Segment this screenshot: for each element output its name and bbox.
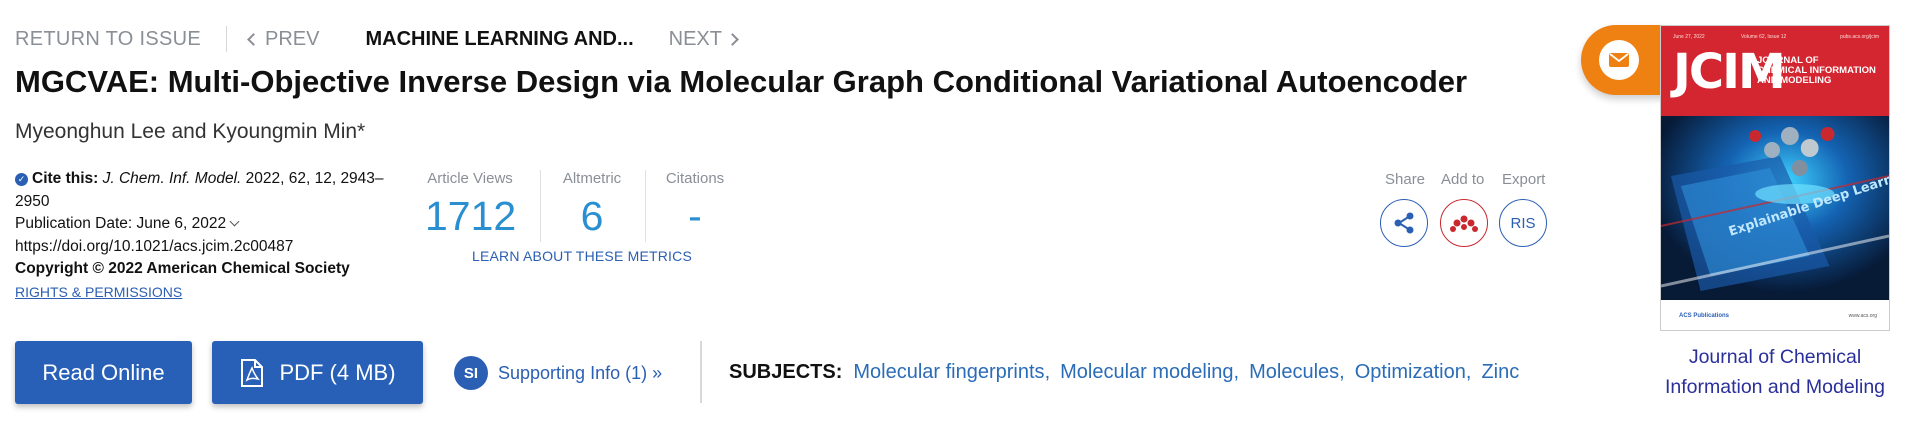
metric-divider (645, 170, 646, 242)
cover-site: pubs.acs.org/jcim (1840, 34, 1879, 40)
cover-header: June 27, 2022 Volume 62, Issue 12 pubs.a… (1661, 26, 1889, 116)
supporting-info-link[interactable]: SI Supporting Info (1) » (454, 356, 662, 390)
read-online-label: Read Online (42, 359, 165, 385)
check-circle-icon: ✓ (15, 173, 28, 186)
ris-label: RIS (1510, 214, 1536, 232)
rights-permissions-link[interactable]: RIGHTS & PERMISSIONS (15, 284, 182, 300)
cover-artwork: Explainable Deep Learning (1661, 116, 1889, 302)
citation-block: ✓ Cite this: J. Chem. Inf. Model. 2022, 6… (15, 168, 405, 304)
cover-journal-line: AND MODELING (1757, 75, 1832, 86)
learn-metrics-link[interactable]: LEARN ABOUT THESE METRICS (472, 248, 692, 264)
read-online-button[interactable]: Read Online (15, 341, 192, 404)
next-label: NEXT (668, 27, 722, 50)
chevron-left-icon (247, 32, 260, 46)
pdf-label: PDF (4 MB) (279, 359, 396, 385)
doi-link[interactable]: https://doi.org/10.1021/acs.jcim.2c00487 (15, 236, 405, 259)
supporting-info-label: Supporting Info (1) » (498, 362, 663, 383)
prev-link[interactable]: PREV (247, 27, 320, 51)
share-button[interactable] (1380, 199, 1428, 247)
add-to-mendeley-button[interactable] (1440, 199, 1488, 247)
subjects-label: SUBJECTS: (729, 361, 843, 383)
publication-date[interactable]: Publication Date: June 6, 2022 (15, 213, 405, 236)
article-views-value: 1712 (425, 193, 517, 239)
journal-cover-image[interactable]: June 27, 2022 Volume 62, Issue 12 pubs.a… (1660, 25, 1890, 331)
subject-link[interactable]: Molecules (1249, 361, 1339, 384)
altmetric-label: Altmetric (562, 170, 622, 187)
cite-line: ✓ Cite this: J. Chem. Inf. Model. 2022, 6… (15, 168, 405, 213)
chevron-down-icon (229, 216, 240, 227)
cover-publisher: ACS Publications (1679, 313, 1730, 319)
article-authors[interactable]: Myeonghun Lee and Kyoungmin Min* (15, 120, 365, 144)
export-label: Export (1502, 171, 1546, 188)
cover-journal-name: JOURNAL OF CHEMICAL INFORMATION AND MODE… (1757, 56, 1876, 86)
cite-this-label[interactable]: Cite this: (32, 170, 98, 187)
publication-date-text: Publication Date: June 6, 2022 (15, 215, 227, 232)
cover-footer-site: www.acs.org (1848, 313, 1877, 319)
article-title: MGCVAE: Multi-Objective Inverse Design v… (15, 64, 1468, 99)
journal-name-link[interactable]: Journal of Chemical Information and Mode… (1660, 342, 1890, 402)
copyright-text: Copyright © 2022 American Chemical Socie… (15, 260, 350, 277)
row-divider (700, 341, 702, 403)
metric-divider (540, 170, 541, 242)
nav-divider (226, 26, 228, 52)
email-alerts-button[interactable] (1581, 25, 1671, 95)
subject-link[interactable]: Optimization (1355, 361, 1466, 384)
journal-abbrev: J. Chem. Inf. Model. (102, 170, 242, 187)
next-link[interactable]: NEXT (668, 27, 739, 51)
article-views-metric: Article Views 1712 (425, 170, 517, 240)
chevron-right-icon (726, 32, 739, 46)
altmetric-value: 6 (580, 193, 604, 239)
citations-metric: Citations - (660, 170, 730, 240)
pdf-icon (241, 358, 264, 387)
subjects-list: SUBJECTS: Molecular fingerprints, Molecu… (729, 361, 1520, 384)
subject-link[interactable]: Molecular fingerprints (853, 361, 1044, 384)
subject-link[interactable]: Molecular modeling (1060, 361, 1233, 384)
prev-label: PREV (265, 27, 320, 50)
current-section-label: MACHINE LEARNING AND... (365, 27, 634, 50)
pdf-download-button[interactable]: PDF (4 MB) (212, 341, 423, 404)
altmetric-metric[interactable]: Altmetric 6 (552, 170, 632, 240)
article-nav: RETURN TO ISSUE PREV MACHINE LEARNING AN… (15, 25, 739, 53)
export-ris-button[interactable]: RIS (1499, 199, 1547, 247)
subject-link[interactable]: Zinc (1481, 361, 1519, 384)
share-icon (1394, 212, 1414, 234)
return-to-issue-link[interactable]: RETURN TO ISSUE (15, 28, 201, 51)
envelope-icon (1609, 53, 1629, 67)
citations-label: Citations (665, 170, 725, 187)
citations-value: - (688, 193, 702, 239)
cover-footer: ACS Publications www.acs.org (1661, 300, 1889, 330)
si-badge-icon: SI (454, 356, 488, 390)
copyright: Copyright © 2022 American Chemical Socie… (15, 258, 405, 281)
cover-volume: Volume 62, Issue 12 (1741, 34, 1787, 40)
share-label: Share (1385, 171, 1426, 188)
mendeley-icon (1450, 215, 1478, 232)
article-views-label: Article Views (427, 170, 513, 187)
add-to-label: Add to (1441, 171, 1485, 188)
email-icon-circle (1599, 40, 1639, 80)
cover-date: June 27, 2022 (1673, 34, 1705, 40)
